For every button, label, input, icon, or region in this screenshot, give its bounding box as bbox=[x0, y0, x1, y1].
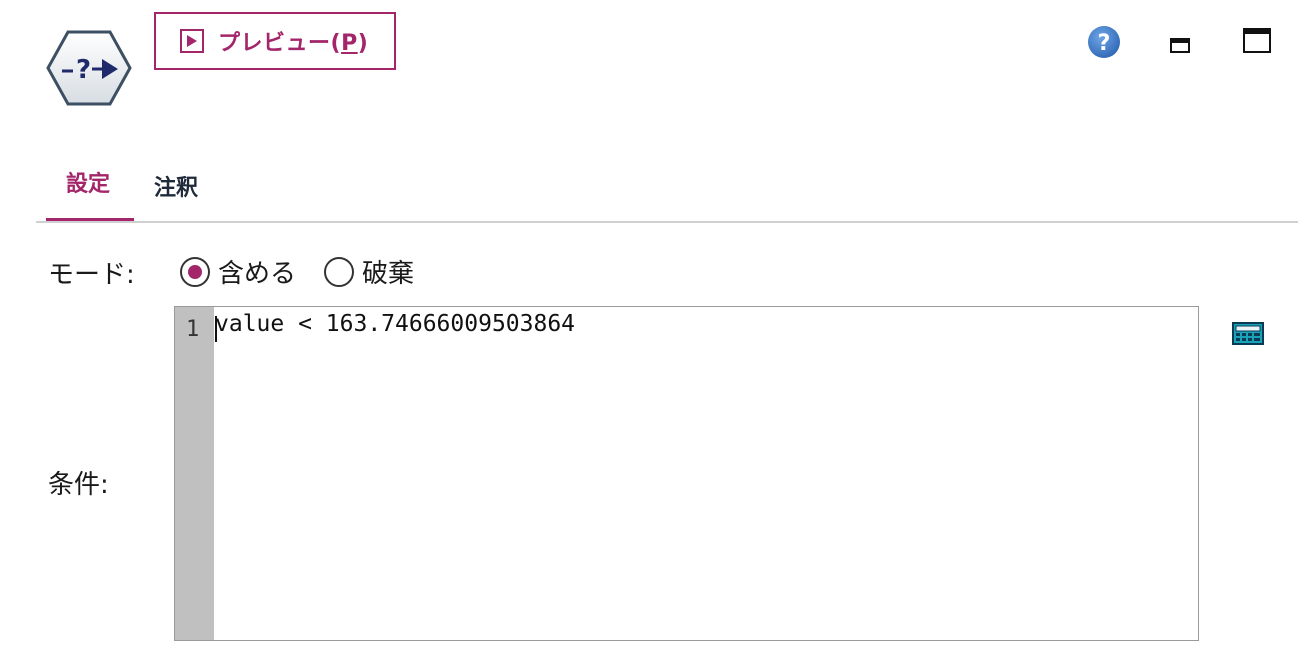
radio-selected-indicator[interactable] bbox=[180, 256, 210, 287]
select-node-icon: ? bbox=[46, 30, 132, 106]
help-icon[interactable]: ? bbox=[1087, 25, 1121, 59]
play-icon bbox=[180, 29, 204, 53]
tab-settings-label: 設定 bbox=[66, 172, 111, 197]
tab-divider bbox=[36, 221, 1298, 223]
mode-discard-label: 破棄 bbox=[362, 259, 415, 289]
mode-label: モード: bbox=[48, 260, 135, 290]
svg-text:?: ? bbox=[76, 55, 91, 85]
tab-bar: 設定 注釈 bbox=[36, 150, 1298, 223]
calculator-icon[interactable] bbox=[1232, 322, 1264, 345]
preview-label: プレビュー(P) bbox=[218, 31, 369, 56]
mode-discard-radio[interactable]: 破棄 bbox=[324, 253, 414, 290]
radio-unselected-indicator[interactable] bbox=[324, 256, 354, 287]
line-number-gutter: 1 bbox=[175, 307, 214, 640]
svg-text:?: ? bbox=[1098, 31, 1111, 56]
preview-button[interactable]: プレビュー(P) bbox=[154, 12, 396, 70]
condition-code[interactable]: value < 163.74666009503864 bbox=[215, 311, 575, 337]
mode-include-radio[interactable]: 含める bbox=[180, 253, 296, 290]
tab-annotations-label: 注釈 bbox=[154, 176, 199, 201]
mode-include-label: 含める bbox=[218, 259, 297, 289]
line-number: 1 bbox=[186, 317, 200, 342]
condition-editor[interactable]: 1 value < 163.74666009503864 bbox=[174, 306, 1199, 641]
tab-annotations[interactable]: 注釈 bbox=[134, 150, 224, 222]
minimize-icon[interactable] bbox=[1170, 38, 1190, 53]
maximize-icon[interactable] bbox=[1243, 28, 1271, 53]
condition-label: 条件: bbox=[48, 470, 109, 500]
tab-settings[interactable]: 設定 bbox=[46, 150, 134, 222]
text-cursor bbox=[215, 316, 217, 342]
